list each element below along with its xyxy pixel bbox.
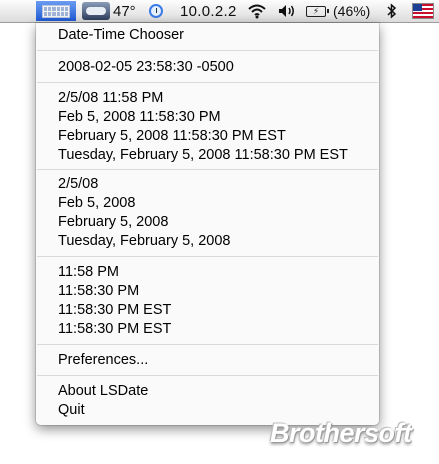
time-format-item[interactable]: 11:58:30 PM EST [58, 320, 171, 339]
time-format-item[interactable]: 11:58:30 PM [58, 282, 139, 301]
quit-item[interactable]: Quit [58, 401, 85, 420]
brothersoft-watermark: Brothersoft [270, 418, 412, 448]
menu-separator [37, 375, 378, 376]
about-lsdate-item[interactable]: About LSDate [58, 382, 148, 401]
menu-separator [37, 344, 378, 345]
lsdate-dropdown-menu: Date-Time Chooser 2008-02-05 23:58:30 -0… [36, 23, 379, 425]
battery-charging-icon: ⚡ [306, 5, 329, 17]
alarm-clock-icon [149, 4, 163, 18]
battery-menu-extra[interactable]: ⚡ [306, 0, 329, 22]
preferences-item[interactable]: Preferences... [58, 351, 148, 370]
weather-menu-extra[interactable] [82, 0, 110, 22]
volume-icon[interactable] [277, 0, 297, 22]
date-format-item[interactable]: 2/5/08 [58, 175, 98, 194]
datetime-format-item[interactable]: 2/5/08 11:58 PM [58, 89, 163, 108]
menu-bar: 47° 10.0.2.2 ⚡ (46%) [0, 0, 439, 23]
menu-separator [37, 256, 378, 257]
date-format-item[interactable]: February 5, 2008 [58, 213, 168, 232]
calendar-icon [42, 4, 70, 18]
datetime-format-item[interactable]: February 5, 2008 11:58:30 PM EST [58, 127, 286, 146]
datetime-format-item[interactable]: Feb 5, 2008 11:58:30 PM [58, 108, 221, 127]
menu-separator [37, 169, 378, 170]
input-menu-extra[interactable] [412, 0, 434, 22]
bluetooth-icon[interactable] [386, 0, 398, 22]
battery-percent-label[interactable]: (46%) [333, 0, 370, 22]
ip-address-label[interactable]: 10.0.2.2 [180, 0, 237, 22]
time-format-item[interactable]: 11:58 PM [58, 263, 119, 282]
menu-separator [37, 82, 378, 83]
lsdate-menu-extra[interactable] [36, 1, 76, 21]
time-format-item[interactable]: 11:58:30 PM EST [58, 301, 171, 320]
weather-icon [82, 2, 110, 20]
temperature-label[interactable]: 47° [113, 0, 136, 22]
iso-datetime-item[interactable]: 2008-02-05 23:58:30 -0500 [58, 58, 234, 77]
wifi-icon[interactable] [247, 0, 267, 22]
menu-separator [37, 50, 378, 51]
date-format-item[interactable]: Tuesday, February 5, 2008 [58, 232, 231, 251]
alarm-menu-extra[interactable] [149, 0, 163, 22]
date-format-item[interactable]: Feb 5, 2008 [58, 194, 135, 213]
datetime-format-item[interactable]: Tuesday, February 5, 2008 11:58:30 PM ES… [58, 146, 348, 165]
us-flag-icon [412, 3, 434, 19]
date-time-chooser-item[interactable]: Date-Time Chooser [58, 26, 184, 45]
